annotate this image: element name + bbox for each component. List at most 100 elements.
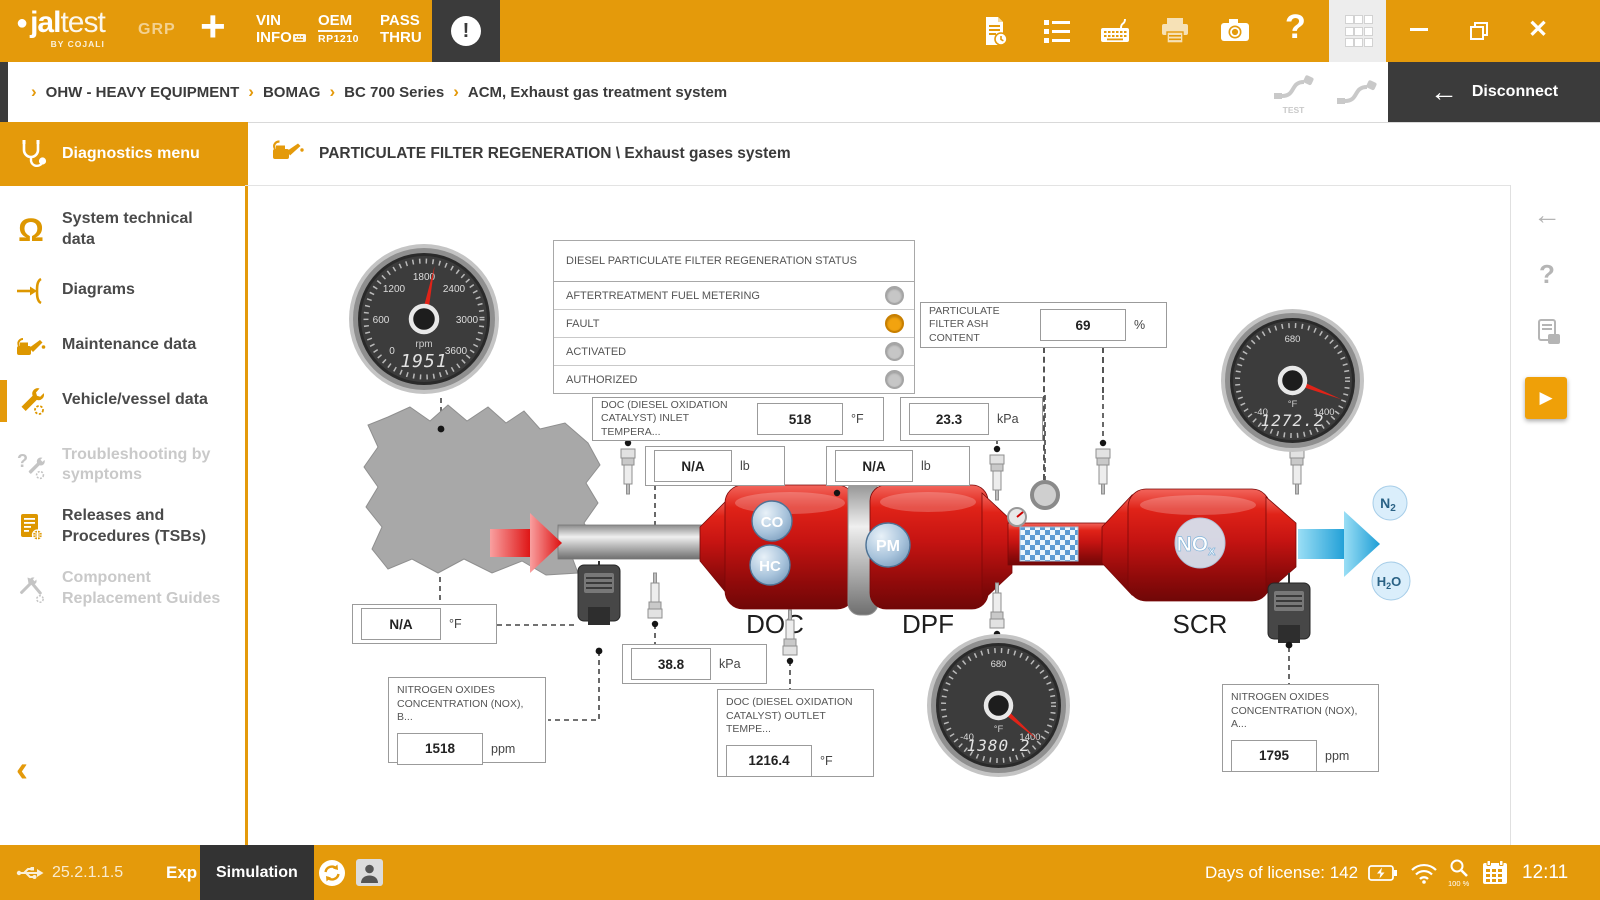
omega-icon: Ω [0,214,62,246]
restore-window-button[interactable] [1468,20,1490,42]
pass-thru-button[interactable]: PASS THRU [380,12,422,47]
logo-byline: BY COJALI [16,40,105,49]
mini-gauge-icon [1008,508,1026,526]
minimize-button[interactable] [1410,28,1428,31]
usb-connection-icon [16,845,44,900]
sidebar: Diagnostics menu Ω System technical data… [0,122,248,845]
gauge-value: 1272.2 [1261,411,1325,430]
grp-label[interactable]: GRP [138,21,176,39]
tsb-document-icon [0,511,62,543]
help-side-button[interactable]: ? [1539,259,1555,290]
connection-test-zone: TEST [1262,62,1388,122]
play-button[interactable]: ▶ [1525,377,1567,419]
screenshot-camera-icon[interactable] [1218,15,1252,47]
battery-icon [1368,845,1398,900]
svg-text:0: 0 [389,346,395,357]
new-session-button[interactable]: + [200,2,226,52]
user-account-button[interactable] [356,845,383,900]
exhaust-temp-value: N/A [361,608,441,640]
status-row-fuel-metering: AFTERTREATMENT FUEL METERING [554,282,914,310]
ash-content-box: PARTICULATE FILTER ASH CONTENT 69 % [920,302,1167,348]
dpf-temp-gauge: -40 680 1400 °F 1380.2 [926,633,1071,783]
top-bar: ●jaltest BY COJALI GRP + VIN INFO OEM RP… [0,0,1600,62]
oem-rp1210-button[interactable]: OEM RP1210 [318,12,359,47]
expert-mode-label[interactable]: Exp [166,845,197,900]
nox-sensor-module-after [1268,573,1310,643]
status-row-activated: ACTIVATED [554,338,914,366]
doc-inlet-temp-box: DOC (DIESEL OXIDATION CATALYST) INLET TE… [592,397,884,441]
schematic-icon [0,275,62,307]
mid-pressure-box: 38.8 kPa [622,644,767,684]
fault-list-icon[interactable] [1040,15,1074,47]
test-connector[interactable]: TEST [1272,70,1316,115]
svg-text:3000: 3000 [456,315,479,326]
page-title: PARTICULATE FILTER REGENERATION \ Exhaus… [319,145,791,163]
breadcrumb-make[interactable]: BOMAG [263,84,321,101]
clock: 12:11 [1522,845,1568,900]
help-button[interactable]: ? [1285,8,1306,47]
report-history-icon[interactable] [978,15,1012,47]
scr-inlet-cone [1102,495,1132,595]
license-days: Days of license: 142 [1205,845,1358,900]
fuel-metering-left-box: N/A lb [645,446,785,486]
vin-info-button[interactable]: VIN INFO [256,12,306,47]
back-arrow-button[interactable]: ← [1533,199,1561,231]
alerts-button[interactable]: ! [432,0,500,62]
status-row-fault: FAULT [554,310,914,338]
co-label: CO [761,514,784,531]
sidebar-item-maintenance-data[interactable]: Maintenance data [0,322,245,370]
nox-before-value: 1518 [397,733,483,765]
rpm-gauge: 0 600 1200 1800 2400 3000 3600 rpm 1951 [348,243,500,400]
hc-label: HC [759,558,781,575]
inlet-pressure-value: 23.3 [909,403,989,435]
oil-can-title-icon [269,137,305,170]
zoom-indicator[interactable]: 100 % [1448,845,1469,900]
simulation-mode-toggle[interactable]: Simulation [200,845,314,900]
jaltest-window: ●jaltest BY COJALI GRP + VIN INFO OEM RP… [0,0,1600,900]
connector-icon[interactable] [1335,75,1379,109]
scr-outlet-cone [1266,497,1296,593]
breadcrumb-ohw[interactable]: OHW - HEAVY EQUIPMENT [46,84,240,101]
fuel-left-value: N/A [654,450,732,482]
doc-outlet-temp-box: DOC (DIESEL OXIDATION CATALYST) OUTLET T… [717,689,874,777]
virtual-keyboard-icon[interactable] [1098,15,1132,47]
vin-keyboard-icon [293,33,306,42]
filter-cutaway [1020,527,1078,561]
tools-icon [0,573,62,605]
sync-button[interactable] [318,845,346,900]
status-led [885,286,904,305]
disconnect-button[interactable]: ← Disconnect [1388,62,1600,122]
gauge-unit: °F [994,724,1004,735]
nox-after-value: 1795 [1231,740,1317,772]
component-info-button[interactable] [1535,317,1563,352]
apps-grid-button[interactable] [1329,0,1386,62]
doc-inlet-temp-value: 518 [757,403,843,435]
sidebar-item-diagnostics-menu[interactable]: Diagnostics menu [0,122,245,186]
svg-text:680: 680 [1285,334,1301,345]
jaltest-logo[interactable]: ●jaltest BY COJALI [16,8,105,49]
print-icon[interactable] [1158,15,1192,47]
pm-label: PM [876,538,900,555]
breadcrumb-model[interactable]: BC 700 Series [344,84,444,101]
dashed-line [1102,347,1104,393]
status-led [885,314,904,333]
sidebar-item-releases-tsbs[interactable]: Releases and Procedures (TSBs) [0,497,245,557]
content-header: PARTICULATE FILTER REGENERATION \ Exhaus… [245,122,1510,186]
close-button[interactable]: ✕ [1528,15,1548,44]
svg-text:600: 600 [373,315,390,326]
sidebar-collapse-button[interactable]: ‹ [16,751,28,787]
breadcrumb-system[interactable]: ACM, Exhaust gas treatment system [468,84,727,101]
doc-inlet-cone [700,499,728,595]
sidebar-item-vehicle-vessel-data[interactable]: Vehicle/vessel data [0,376,245,426]
sidebar-item-diagrams[interactable]: Diagrams [0,266,245,316]
chevron-right-icon: › [329,82,335,102]
dashed-line [1043,347,1045,480]
nox-before-box: NITROGEN OXIDES CONCENTRATION (NOX), B..… [388,677,546,763]
breadcrumb: › OHW - HEAVY EQUIPMENT › BOMAG › BC 700… [22,62,727,122]
calendar-icon[interactable] [1482,845,1508,900]
sidebar-item-system-technical-data[interactable]: Ω System technical data [0,200,245,260]
left-edge-strip [0,62,8,122]
fuel-metering-right-box: N/A lb [826,446,970,486]
doc-section-label: DOC [746,609,804,639]
gauge-value: 1951 [400,351,447,372]
